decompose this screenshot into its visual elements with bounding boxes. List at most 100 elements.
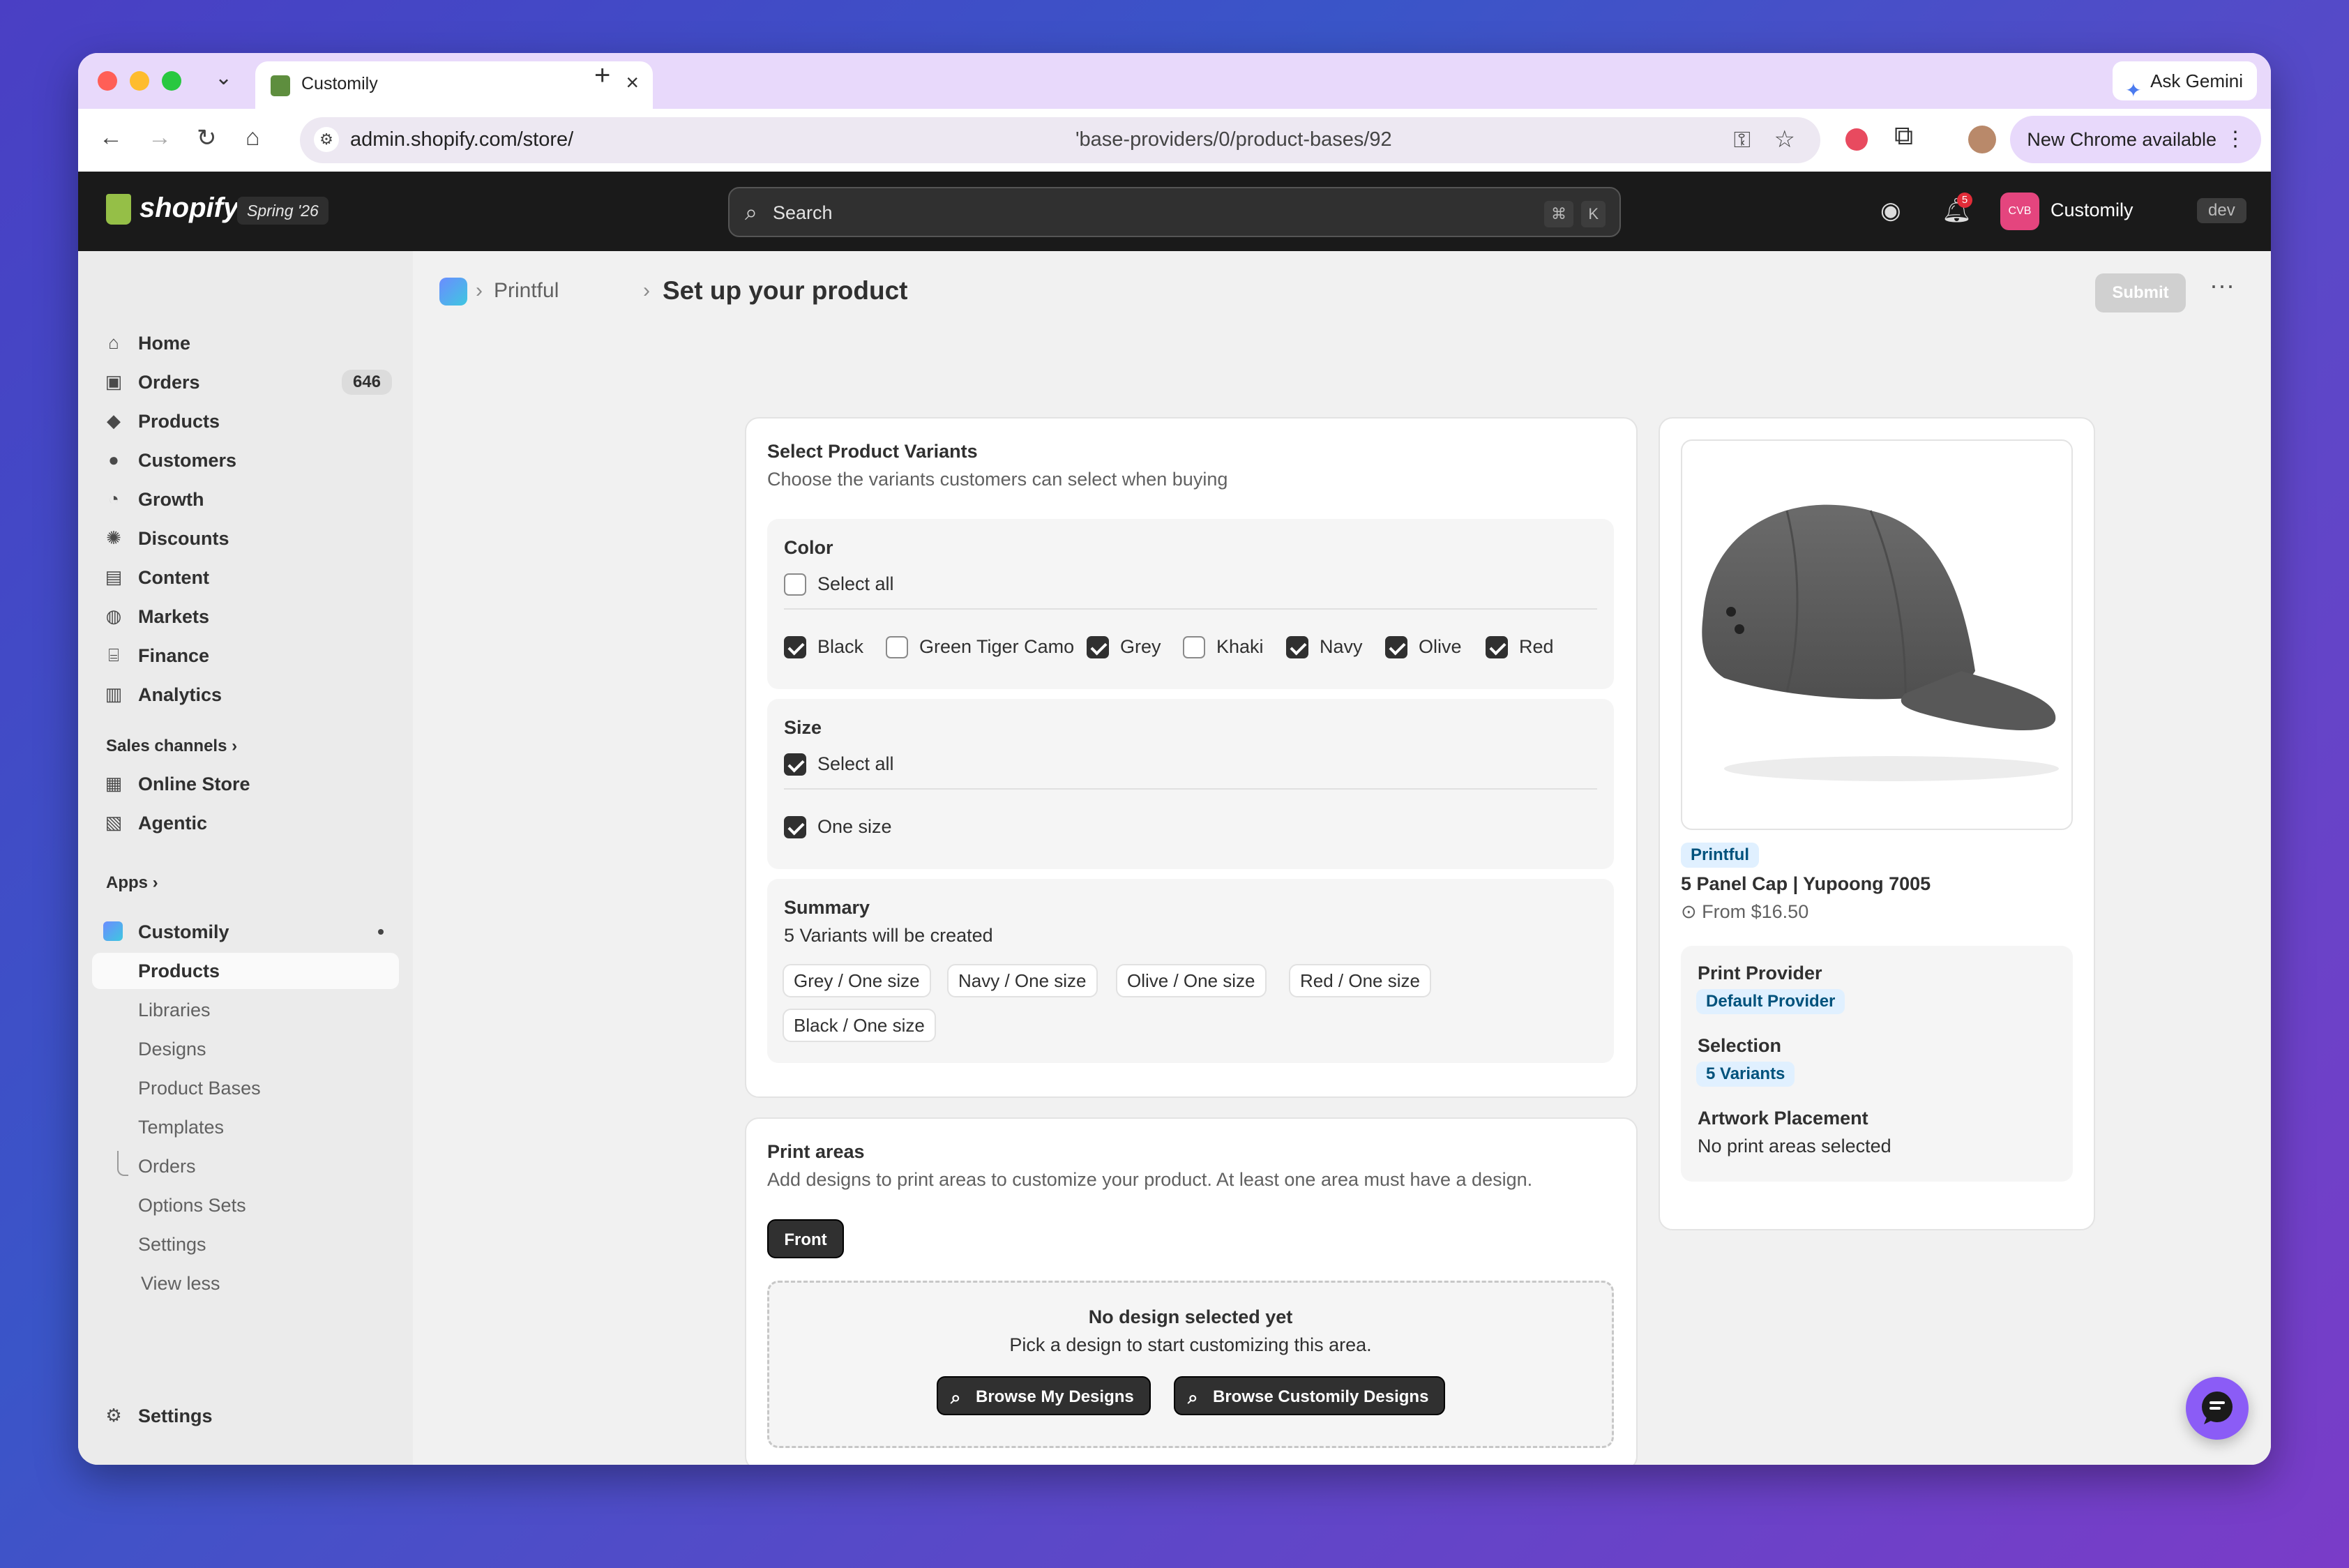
forward-arrow-icon[interactable]: →: [148, 124, 172, 151]
color-black-checkbox[interactable]: [784, 636, 806, 658]
cmd-key-hint: ⌘: [1544, 201, 1573, 227]
sidebar-item-agentic[interactable]: ▧ Agentic: [92, 805, 399, 841]
maximize-window-button[interactable]: [162, 71, 181, 91]
empty-title: No design selected yet: [1088, 1306, 1293, 1327]
chat-bubble-icon: [2202, 1392, 2233, 1424]
color-green-tiger-camo-checkbox[interactable]: [886, 636, 908, 658]
color-grey-checkbox[interactable]: [1087, 636, 1109, 658]
size-select-all-checkbox[interactable]: [784, 753, 806, 776]
password-key-icon[interactable]: ⚿: [1734, 127, 1751, 153]
cap-illustration: [1702, 504, 2059, 781]
close-window-button[interactable]: [98, 71, 117, 91]
sidebar-item-label: Product Bases: [138, 1078, 261, 1099]
profile-avatar[interactable]: [1968, 126, 1996, 153]
sidebar-item-home[interactable]: ⌂ Home: [92, 325, 399, 361]
sidebar-item-content[interactable]: ▤ Content: [92, 559, 399, 596]
store-name[interactable]: Customily: [2050, 199, 2133, 221]
breadcrumb[interactable]: Printful: [494, 279, 559, 303]
extensions-puzzle-icon[interactable]: ⧉: [1894, 121, 1913, 151]
back-arrow-icon[interactable]: ←: [99, 124, 123, 151]
divider: [784, 608, 1597, 610]
sidebar-subitem-product-bases[interactable]: Product Bases: [92, 1070, 399, 1106]
chrome-menu-icon[interactable]: ⋮: [2225, 116, 2246, 163]
sidebar-item-discounts[interactable]: ✺ Discounts: [92, 520, 399, 557]
color-red-checkbox[interactable]: [1486, 636, 1508, 658]
sidebar-item-label: Options Sets: [138, 1195, 246, 1216]
color-khaki-checkbox[interactable]: [1183, 636, 1205, 658]
tab-close-icon[interactable]: ×: [626, 70, 639, 96]
search-icon: ⌕: [951, 1387, 961, 1408]
sidebar-item-customers[interactable]: ● Customers: [92, 442, 399, 478]
browser-tab[interactable]: Customily ×: [255, 61, 653, 109]
variant-chip: Olive / One size: [1116, 964, 1267, 997]
size-one-size-checkbox[interactable]: [784, 816, 806, 838]
sidebar-item-growth[interactable]: ◔ Growth: [92, 481, 399, 518]
sidebar-item-online-store[interactable]: ▦ Online Store: [92, 766, 399, 802]
extension-icon[interactable]: [1845, 128, 1868, 151]
sidekick-icon[interactable]: ◉: [1880, 197, 1901, 225]
ask-gemini-button[interactable]: ✦ Ask Gemini: [2113, 61, 2257, 101]
customily-app-icon[interactable]: [439, 278, 467, 306]
sidebar-item-finance[interactable]: ⌸ Finance: [92, 638, 399, 674]
address-bar[interactable]: ⚙ admin.shopify.com/store/ 'base-provide…: [300, 117, 1820, 163]
sidebar-view-less[interactable]: View less: [92, 1265, 399, 1302]
edition-badge[interactable]: Spring '26: [237, 197, 328, 225]
new-tab-icon[interactable]: +: [594, 60, 610, 91]
reload-icon[interactable]: ↻: [197, 124, 217, 152]
variant-chip: Navy / One size: [947, 964, 1098, 997]
url-path: 'base-providers/0/product-bases/92: [1075, 128, 1392, 151]
new-chrome-available-button[interactable]: New Chrome available ⋮: [2010, 116, 2261, 163]
shopify-logo[interactable]: shopify: [139, 193, 239, 224]
product-image: [1681, 439, 2073, 830]
minimize-window-button[interactable]: [130, 71, 149, 91]
home-icon[interactable]: ⌂: [246, 124, 260, 151]
browse-customily-designs-button[interactable]: ⌕ Browse Customily Designs: [1174, 1376, 1446, 1415]
variants-subtitle: Choose the variants customers can select…: [767, 469, 1228, 490]
sales-channels-heading[interactable]: Sales channels ›: [106, 737, 237, 756]
inbox-icon: ▣: [105, 371, 123, 392]
product-price-row: ⊙ From $16.50: [1681, 901, 1808, 923]
sidebar-subitem-orders[interactable]: Orders: [92, 1148, 399, 1184]
sidebar-item-orders[interactable]: ▣ Orders 646: [92, 364, 399, 400]
sidebar-item-label: Markets: [138, 606, 210, 627]
chat-support-button[interactable]: [2186, 1377, 2249, 1440]
gear-icon: ⚙: [105, 1405, 122, 1426]
sidebar-subitem-settings[interactable]: Settings: [92, 1226, 399, 1262]
selection-badge: 5 Variants: [1696, 1062, 1795, 1087]
artwork-placement-label: Artwork Placement: [1698, 1108, 1868, 1129]
browse-my-designs-button[interactable]: ⌕ Browse My Designs: [937, 1376, 1151, 1415]
product-name: 5 Panel Cap | Yupoong 7005: [1681, 873, 1931, 894]
sidebar-item-markets[interactable]: ◍ Markets: [92, 598, 399, 635]
sidebar-item-products[interactable]: ◆ Products: [92, 403, 399, 439]
bookmark-star-icon[interactable]: ☆: [1774, 126, 1795, 153]
site-settings-icon[interactable]: ⚙: [314, 127, 339, 152]
product-card: Printful 5 Panel Cap | Yupoong 7005 ⊙ Fr…: [1659, 417, 2095, 1230]
apps-heading[interactable]: Apps ›: [106, 873, 158, 893]
bank-icon: ⌸: [108, 644, 119, 665]
tab-search-chevron-icon[interactable]: ⌄: [215, 66, 232, 90]
submit-button[interactable]: Submit: [2095, 273, 2186, 312]
color-select-all-checkbox[interactable]: [784, 573, 806, 596]
sidebar-subitem-templates[interactable]: Templates: [92, 1109, 399, 1145]
sidebar-item-label: Online Store: [138, 774, 250, 794]
sidebar-item-customily[interactable]: Customily: [92, 914, 399, 950]
sidebar-item-settings[interactable]: ⚙ Settings: [92, 1398, 399, 1434]
sidebar-subitem-options-sets[interactable]: Options Sets: [92, 1187, 399, 1223]
color-navy-checkbox[interactable]: [1286, 636, 1308, 658]
sidebar: ⌂ Home ▣ Orders 646 ◆ Products ● Custome…: [78, 251, 413, 1465]
tab-front[interactable]: Front: [767, 1219, 844, 1258]
chevron-right-icon: ›: [152, 873, 158, 892]
sidebar-item-analytics[interactable]: ▥ Analytics: [92, 677, 399, 713]
main-content: › Printful › Set up your product Submit …: [413, 251, 2271, 1465]
summary-text: 5 Variants will be created: [784, 925, 993, 946]
globe-icon: ◍: [105, 605, 122, 626]
sidebar-subitem-designs[interactable]: Designs: [92, 1031, 399, 1067]
more-actions-icon[interactable]: ···: [2210, 271, 2235, 300]
product-price: From $16.50: [1702, 901, 1809, 922]
sidebar-subitem-libraries[interactable]: Libraries: [92, 992, 399, 1028]
search-input[interactable]: ⌕ Search ⌘ K: [728, 187, 1621, 237]
color-olive-checkbox[interactable]: [1385, 636, 1407, 658]
summary-section: Summary 5 Variants will be created Grey …: [767, 879, 1614, 1063]
sidebar-subitem-products[interactable]: Products: [92, 953, 399, 989]
store-avatar[interactable]: CVB: [2000, 193, 2039, 230]
